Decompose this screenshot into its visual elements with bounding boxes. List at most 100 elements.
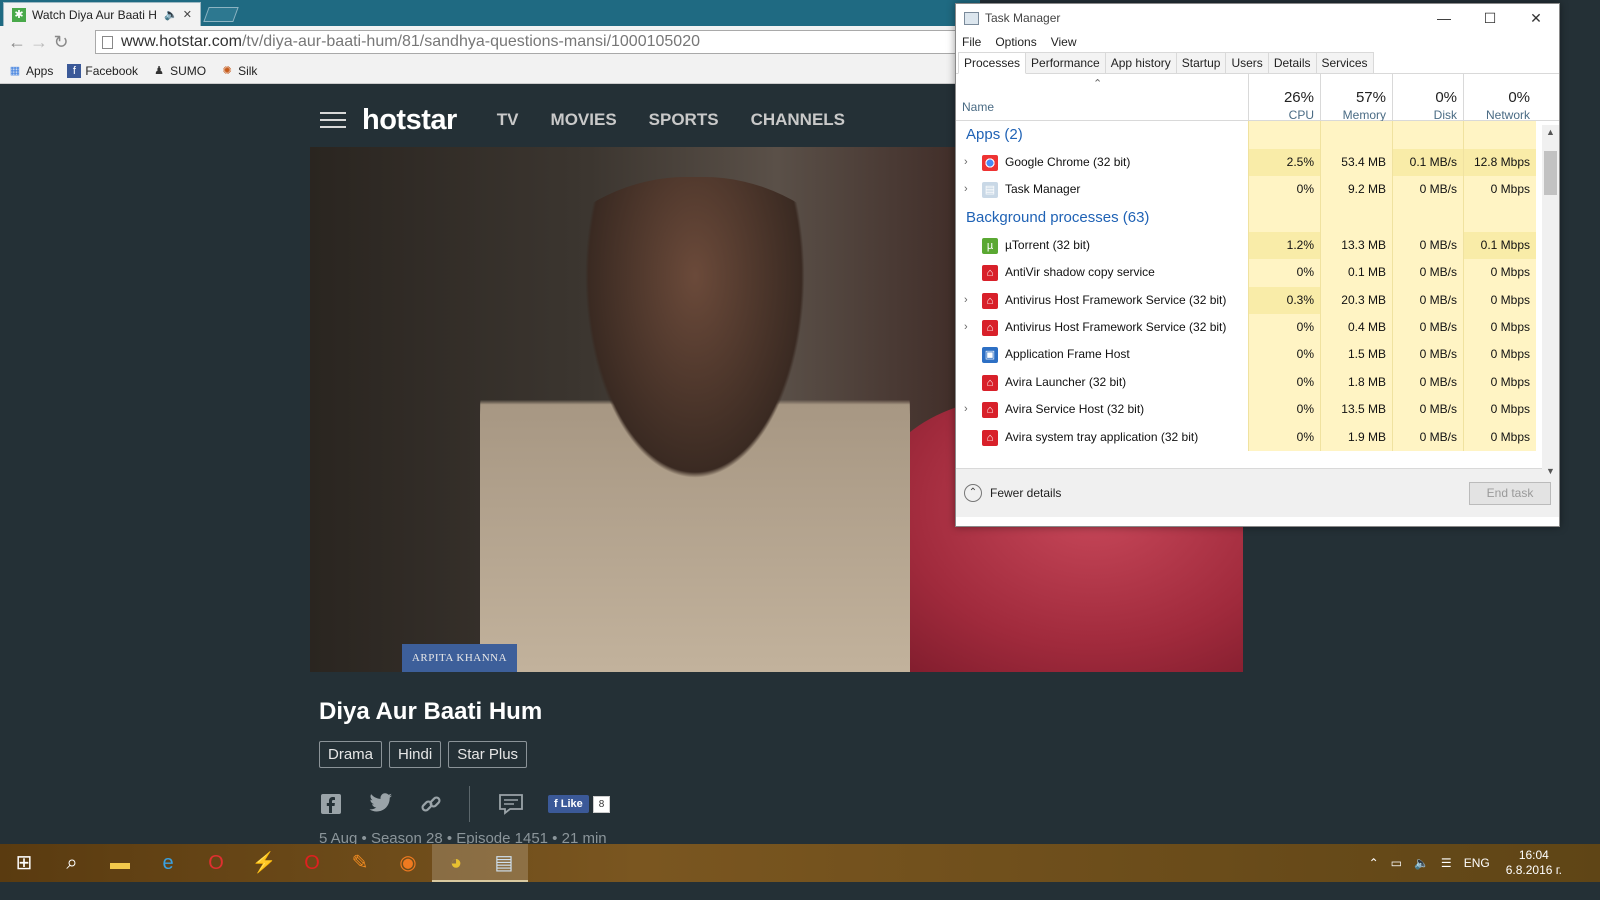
- winamp-icon[interactable]: ⚡: [240, 844, 288, 882]
- hotstar-logo[interactable]: hotstar: [362, 104, 457, 137]
- cell-cpu: 0%: [1248, 341, 1320, 369]
- nav-sports[interactable]: SPORTS: [649, 110, 719, 130]
- tm-titlebar[interactable]: Task Manager — ☐ ✕: [956, 4, 1559, 32]
- close-window-icon[interactable]: ✕: [1513, 10, 1559, 27]
- tab-startup[interactable]: Startup: [1175, 52, 1227, 73]
- col-cpu[interactable]: 26% CPU: [1248, 74, 1320, 122]
- menu-file[interactable]: File: [962, 35, 981, 49]
- speaker-icon[interactable]: 🔈: [164, 8, 178, 21]
- expand-chevron-icon[interactable]: ›: [964, 287, 968, 314]
- network-icon[interactable]: ▭: [1391, 856, 1402, 870]
- bookmark-sumo[interactable]: ♟ SUMO: [152, 64, 206, 78]
- tag-hindi[interactable]: Hindi: [389, 741, 442, 768]
- task-manager-taskbar-icon[interactable]: ▤: [480, 844, 528, 882]
- page-icon: [102, 35, 113, 49]
- col-name[interactable]: Name: [962, 100, 994, 114]
- process-row[interactable]: ⌂ Avira Launcher (32 bit) 0% 1.8 MB 0 MB/s 0 …: [956, 368, 1559, 397]
- reload-icon[interactable]: ↻: [50, 32, 72, 53]
- chrome-taskbar-icon[interactable]: ◕: [432, 844, 480, 882]
- process-row[interactable]: ⌂ Avira system tray application (32 bit) 0…: [956, 423, 1559, 451]
- close-tab-icon[interactable]: ✕: [183, 8, 192, 21]
- address-bar[interactable]: www.hotstar.com/tv/diya-aur-baati-hum/81…: [95, 30, 979, 54]
- tab-performance[interactable]: Performance: [1025, 52, 1106, 73]
- expand-chevron-icon[interactable]: ›: [964, 314, 968, 341]
- tab-users[interactable]: Users: [1225, 52, 1269, 73]
- process-row[interactable]: › ⌂ Antivirus Host Framework Service (32 b…: [956, 286, 1559, 314]
- tab-services[interactable]: Services: [1315, 52, 1374, 73]
- search-icon[interactable]: ⌕: [48, 844, 96, 882]
- link-share-icon[interactable]: [419, 793, 443, 815]
- chevron-up-icon[interactable]: ⌃: [964, 484, 982, 502]
- cell-disk: 0 MB/s: [1392, 176, 1463, 204]
- back-arrow-icon[interactable]: ←: [6, 32, 28, 53]
- firefox-icon[interactable]: ◉: [384, 844, 432, 882]
- like-count: 8: [592, 795, 611, 813]
- forward-arrow-icon[interactable]: →: [28, 32, 50, 53]
- tab-processes[interactable]: Processes: [958, 52, 1027, 74]
- maximize-icon[interactable]: ☐: [1467, 10, 1513, 27]
- group-background[interactable]: Background processes (63): [956, 203, 1559, 232]
- menu-options[interactable]: Options: [995, 35, 1036, 49]
- twitter-share-icon[interactable]: [369, 793, 393, 815]
- bookmark-apps[interactable]: ▦ Apps: [8, 64, 54, 78]
- nav-tv[interactable]: TV: [497, 110, 519, 130]
- facebook-like-button[interactable]: f Like: [548, 795, 589, 813]
- tag-drama[interactable]: Drama: [319, 741, 383, 768]
- process-row[interactable]: › ⌂ Antivirus Host Framework Service (32 b…: [956, 313, 1559, 342]
- process-name: Google Chrome (32 bit): [1005, 155, 1131, 169]
- facebook-like-widget[interactable]: f Like 8: [548, 795, 611, 813]
- tab-details[interactable]: Details: [1267, 52, 1317, 73]
- tag-star-plus[interactable]: Star Plus: [448, 741, 528, 768]
- cell-cpu: 0%: [1248, 368, 1320, 397]
- col-disk[interactable]: 0% Disk: [1392, 74, 1463, 122]
- nav-movies[interactable]: MOVIES: [551, 110, 617, 130]
- tm-scroll-thumb[interactable]: [1544, 151, 1557, 195]
- browser-tab[interactable]: ✱ Watch Diya Aur Baati H 🔈 ✕: [3, 2, 201, 26]
- expand-chevron-icon[interactable]: ›: [964, 396, 968, 423]
- expand-chevron-icon[interactable]: ›: [964, 176, 968, 203]
- tab-app-history[interactable]: App history: [1104, 52, 1177, 73]
- process-row[interactable]: ⌂ AntiVir shadow copy service 0% 0.1 MB 0 MB…: [956, 259, 1559, 287]
- volume-icon[interactable]: 🔈: [1414, 856, 1429, 870]
- process-row[interactable]: › ⌂ Avira Service Host (32 bit) 0% 13.5 MB 0 …: [956, 396, 1559, 424]
- process-row[interactable]: µ µTorrent (32 bit) 1.2% 13.3 MB 0 MB/s 0.1 M…: [956, 231, 1559, 260]
- col-memory[interactable]: 57% Memory: [1320, 74, 1392, 122]
- fb-like-icon: f: [554, 798, 561, 810]
- new-tab-button[interactable]: [203, 7, 239, 22]
- end-task-button[interactable]: End task: [1469, 481, 1551, 505]
- cell-memory: 13.5 MB: [1320, 396, 1392, 424]
- bookmark-silk[interactable]: ✺ Silk: [220, 64, 257, 78]
- pen-app-icon[interactable]: ✎: [336, 844, 384, 882]
- sort-caret-icon[interactable]: ⌃: [1093, 77, 1102, 90]
- cell-memory: 1.9 MB: [1320, 423, 1392, 451]
- menu-view[interactable]: View: [1051, 35, 1077, 49]
- internet-explorer-icon[interactable]: e: [144, 844, 192, 882]
- opera-browser-icon[interactable]: O: [288, 844, 336, 882]
- process-row[interactable]: ▣ Application Frame Host 0% 1.5 MB 0 MB/s 0 M…: [956, 341, 1559, 369]
- nav-channels[interactable]: CHANNELS: [751, 110, 845, 130]
- process-row[interactable]: › ▤ Task Manager 0% 9.2 MB 0 MB/s 0 Mbps: [956, 176, 1559, 204]
- cell-disk: 0 MB/s: [1392, 286, 1463, 314]
- action-center-icon[interactable]: ☰: [1441, 856, 1452, 870]
- clock[interactable]: 16:04 6.8.2016 г.: [1506, 848, 1562, 878]
- cell-network: 0 Mbps: [1463, 286, 1536, 314]
- tm-scrollbar[interactable]: ▲ ▼: [1542, 125, 1559, 478]
- col-network[interactable]: 0% Network: [1463, 74, 1536, 122]
- facebook-share-icon[interactable]: [319, 793, 343, 815]
- process-row[interactable]: › Google Chrome (32 bit) 2.5% 53.4 MB 0.1 MB…: [956, 149, 1559, 177]
- cell-disk: 0 MB/s: [1392, 341, 1463, 369]
- expand-chevron-icon[interactable]: ›: [964, 149, 968, 176]
- file-explorer-icon[interactable]: ▬: [96, 844, 144, 882]
- hamburger-menu-icon[interactable]: [320, 107, 346, 133]
- minimize-icon[interactable]: —: [1421, 10, 1467, 26]
- scroll-up-icon[interactable]: ▲: [1546, 127, 1555, 137]
- comment-icon[interactable]: [498, 793, 523, 815]
- bookmark-facebook[interactable]: f Facebook: [67, 63, 138, 78]
- language-indicator[interactable]: ENG: [1464, 856, 1490, 870]
- fewer-details-link[interactable]: Fewer details: [990, 486, 1061, 500]
- tray-chevron-icon[interactable]: ⌃: [1369, 856, 1379, 870]
- scroll-down-icon[interactable]: ▼: [1546, 466, 1555, 476]
- opera-icon[interactable]: O: [192, 844, 240, 882]
- group-apps[interactable]: Apps (2): [956, 121, 1559, 149]
- start-windows-icon[interactable]: ⊞: [0, 844, 48, 882]
